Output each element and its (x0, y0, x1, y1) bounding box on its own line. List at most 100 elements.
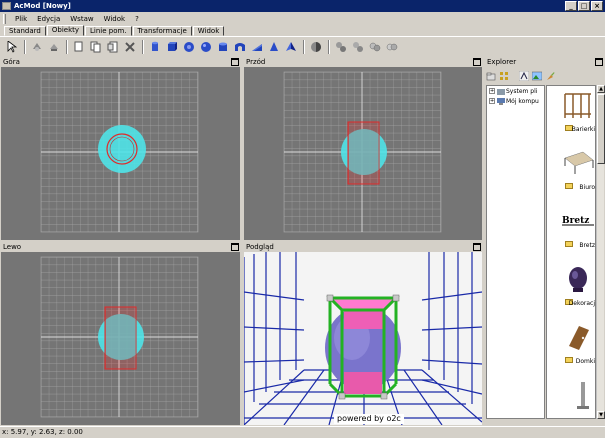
paste-icon[interactable] (88, 40, 103, 55)
menu-grip (3, 14, 6, 24)
viewport-title: Przód (246, 58, 266, 66)
bretz-logo-thumbnail: Bretz (562, 216, 594, 226)
tree-item-system[interactable]: + System pli (487, 86, 544, 96)
cone-icon[interactable] (266, 40, 281, 55)
status-bar: x: 5.97, y: 2.63, z: 0.00 (0, 426, 605, 438)
tube-icon[interactable] (215, 40, 230, 55)
maximize-viewport-button[interactable] (231, 243, 239, 251)
tab-transformacje[interactable]: Transformacje (132, 26, 192, 36)
toolbar-tabs: Standard Obiekty Linie pom. Transformacj… (0, 25, 605, 37)
ungroup-icon[interactable] (350, 40, 365, 55)
viewport-top-pane: Góra (0, 57, 241, 241)
explorer-maximize-button[interactable] (595, 58, 603, 66)
folder-icon (497, 88, 505, 95)
library-item-partial[interactable] (547, 378, 595, 418)
unlock-icon[interactable] (384, 40, 399, 55)
explorer-panel: Explorer + System pli + Mój kompu Barier… (484, 57, 605, 423)
library-list: Barierki Biuro Bretz Bretz Dekoracj Domk… (546, 85, 596, 419)
library-scrollbar[interactable]: ▲ ▼ (596, 85, 605, 419)
menu-wstaw[interactable]: Wstaw (65, 12, 98, 26)
close-button[interactable]: × (591, 1, 603, 11)
move-icon[interactable] (46, 40, 61, 55)
viewport-front[interactable] (244, 67, 482, 240)
library-item-label: Bretz (579, 242, 595, 249)
maximize-viewport-button[interactable] (231, 58, 239, 66)
tree-label: System pli (506, 87, 538, 95)
expand-icon[interactable]: + (489, 88, 495, 94)
powered-by-watermark: powered by o2c (334, 414, 404, 424)
tree-item-computer[interactable]: + Mój kompu (487, 96, 544, 106)
material-icon[interactable] (308, 40, 323, 55)
viewport-top[interactable] (1, 67, 240, 240)
object-toolbar (0, 37, 605, 57)
explorer-title: Explorer (487, 58, 517, 66)
scroll-down-arrow[interactable]: ▼ (597, 411, 605, 419)
maximize-button[interactable]: □ (578, 1, 590, 11)
library-item-domki[interactable]: Domki (547, 320, 595, 378)
library-item-label: Biuro (579, 184, 595, 191)
tab-obiekty[interactable]: Obiekty (46, 25, 85, 36)
app-icon (2, 2, 11, 10)
folder-icon (565, 241, 573, 247)
title-bar: AcMod [Nowy] _ □ × (0, 0, 605, 12)
disc-icon[interactable] (181, 40, 196, 55)
folder-icon (565, 357, 573, 363)
library-item-label: Domki (575, 358, 595, 365)
maximize-viewport-button[interactable] (473, 58, 481, 66)
library-item-dekoracje[interactable]: Dekoracj (547, 262, 595, 320)
page-icon[interactable] (105, 40, 120, 55)
folder-up-icon[interactable] (486, 71, 496, 81)
font-icon[interactable] (519, 71, 529, 81)
grid-view-icon[interactable] (499, 71, 509, 81)
library-item-biuro[interactable]: Biuro (547, 146, 595, 204)
computer-icon (497, 97, 505, 105)
box-icon[interactable] (164, 40, 179, 55)
tab-linie-pom[interactable]: Linie pom. (85, 26, 132, 36)
desk-thumbnail (564, 151, 594, 174)
ramp-icon[interactable] (249, 40, 264, 55)
menu-bar: Plik Edycja Wstaw Widok ? (0, 12, 605, 26)
tree-label: Mój kompu (506, 97, 539, 105)
door-thumbnail (569, 326, 589, 350)
minimize-button[interactable]: _ (565, 1, 577, 11)
item-thumbnail (577, 382, 589, 409)
sphere-icon[interactable] (198, 40, 213, 55)
viewport-title: Góra (3, 58, 20, 66)
pointer-icon[interactable] (4, 40, 19, 55)
viewport-preview[interactable]: powered by o2c (244, 252, 482, 425)
rotate-icon[interactable] (29, 40, 44, 55)
window-title: AcMod [Nowy] (14, 2, 71, 10)
pyramid-icon[interactable] (283, 40, 298, 55)
vase-thumbnail (569, 267, 587, 292)
folder-icon (565, 183, 573, 189)
arch-icon[interactable] (232, 40, 247, 55)
scroll-thumb[interactable] (597, 94, 605, 164)
tab-widok[interactable]: Widok (192, 26, 225, 36)
tab-standard[interactable]: Standard (4, 26, 46, 36)
railing-thumbnail (564, 93, 591, 118)
scroll-up-arrow[interactable]: ▲ (597, 85, 605, 93)
cylinder-icon[interactable] (147, 40, 162, 55)
maximize-viewport-button[interactable] (473, 243, 481, 251)
delete-icon[interactable] (122, 40, 137, 55)
brush-icon[interactable] (545, 71, 555, 81)
viewport-left-pane: Lewo (0, 242, 241, 426)
library-item-label: Barierki (571, 126, 595, 133)
viewport-left[interactable] (1, 252, 240, 425)
group-icon[interactable] (333, 40, 348, 55)
menu-widok[interactable]: Widok (99, 12, 131, 26)
library-item-barierki[interactable]: Barierki (547, 88, 595, 146)
image-icon[interactable] (532, 71, 542, 81)
viewport-title: Lewo (3, 243, 22, 251)
menu-edycja[interactable]: Edycja (32, 12, 65, 26)
expand-icon[interactable]: + (489, 98, 495, 104)
menu-help[interactable]: ? (130, 12, 144, 26)
folder-tree: + System pli + Mój kompu (486, 85, 545, 419)
library-item-bretz[interactable]: Bretz Bretz (547, 204, 595, 262)
lock-icon[interactable] (367, 40, 382, 55)
viewport-title: Podgląd (246, 243, 274, 251)
menu-plik[interactable]: Plik (10, 12, 32, 26)
copy-icon[interactable] (71, 40, 86, 55)
viewport-front-pane: Przód (243, 57, 483, 241)
viewport-preview-pane: Podgląd powered by o2c (243, 242, 483, 426)
